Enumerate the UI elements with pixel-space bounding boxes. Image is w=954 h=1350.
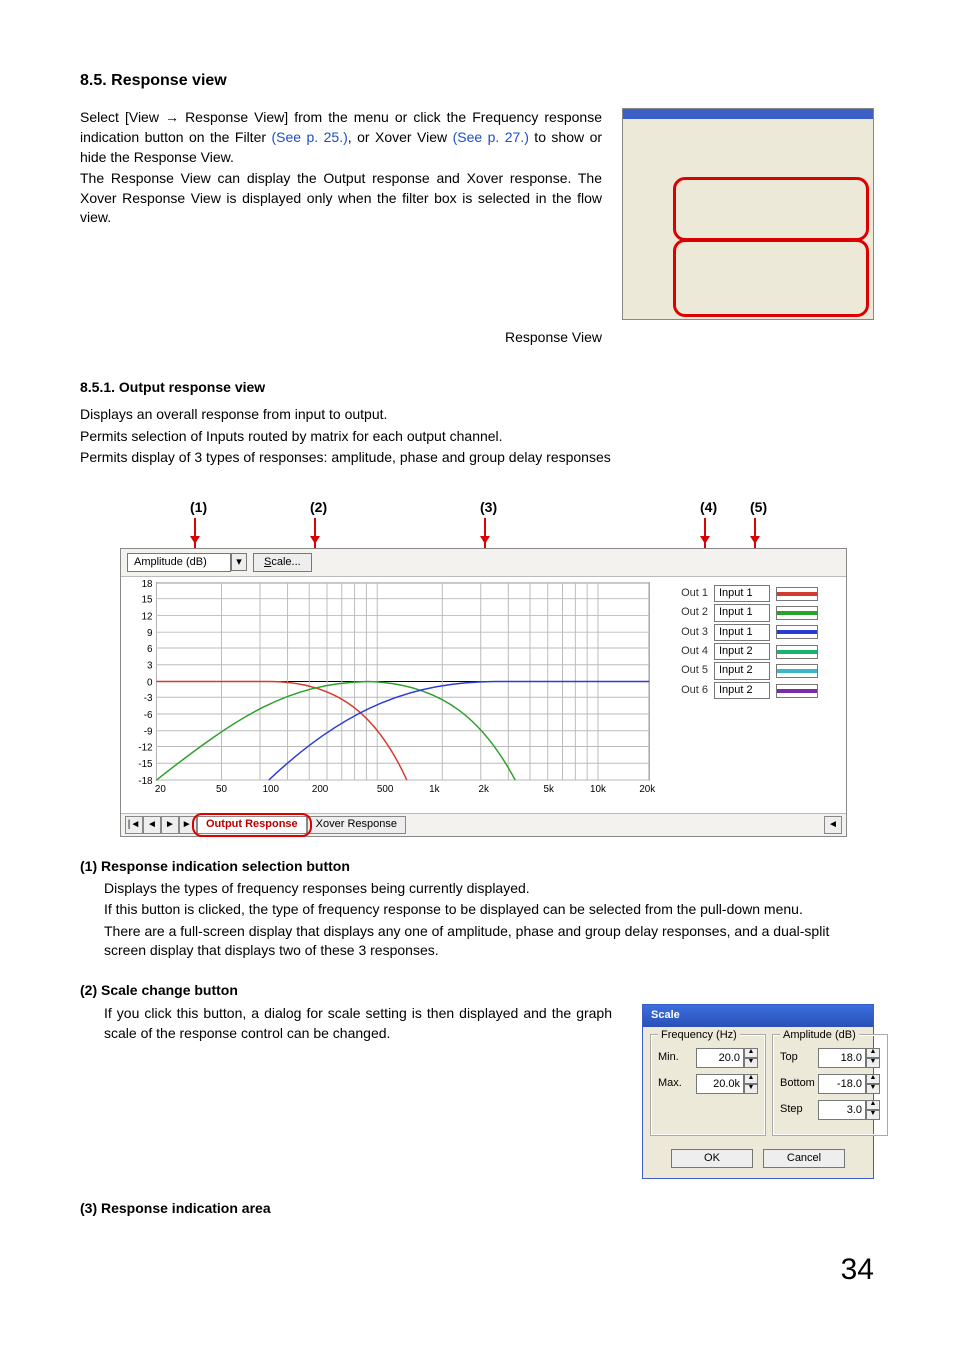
amp-bottom-spinner[interactable]: ▲▼ <box>818 1074 880 1094</box>
legend-input-select[interactable]: Input 2 <box>714 682 770 699</box>
svg-text:-3: -3 <box>144 693 153 704</box>
item1-p1: Displays the types of frequency response… <box>104 879 874 899</box>
sub1-p3: Permits display of 3 types of responses:… <box>80 448 874 468</box>
svg-text:20k: 20k <box>639 784 655 795</box>
nav-next-button[interactable]: ► <box>161 816 179 834</box>
callout-4: (4) <box>700 498 750 518</box>
annotated-figure: (1) (2) (3) (4) (5) Amplitude (dB) ▾ Sca… <box>80 498 874 837</box>
tab-output-response[interactable]: Output Response <box>197 816 307 834</box>
nav-first-button[interactable]: |◄ <box>125 816 143 834</box>
section-title: 8.5. Response view <box>80 70 874 92</box>
amp-top-spinner[interactable]: ▲▼ <box>818 1048 880 1068</box>
callout-3: (3) <box>480 498 700 518</box>
svg-text:100: 100 <box>263 784 280 795</box>
svg-text:-6: -6 <box>144 710 153 721</box>
legend-input-select[interactable]: Input 1 <box>714 624 770 641</box>
item2-p1: If you click this button, a dialog for s… <box>104 1004 612 1043</box>
callout-5: (5) <box>750 498 767 518</box>
freq-max-spinner[interactable]: ▲▼ <box>696 1074 758 1094</box>
legend-row: Out 4Input 2 <box>672 643 842 660</box>
svg-text:500: 500 <box>377 784 394 795</box>
svg-text:12: 12 <box>142 611 153 622</box>
svg-text:0: 0 <box>147 677 153 688</box>
item1-title: (1) Response indication selection button <box>80 857 874 877</box>
response-panel: Amplitude (dB) ▾ Scale... <box>120 548 847 837</box>
legend-swatch <box>776 645 818 659</box>
svg-text:18: 18 <box>142 579 153 590</box>
svg-text:-12: -12 <box>138 742 152 753</box>
legend-input-select[interactable]: Input 2 <box>714 643 770 660</box>
svg-text:20: 20 <box>155 784 166 795</box>
legend-row: Out 2Input 1 <box>672 604 842 621</box>
callout-2: (2) <box>310 498 480 518</box>
svg-text:9: 9 <box>147 628 153 639</box>
legend-row: Out 3Input 1 <box>672 624 842 641</box>
response-chart: 18 15 12 9 6 3 0 -3 -6 -9 -12 -15 -18 20 50 100 200 500 1… <box>121 577 668 813</box>
thumb-caption: Response View <box>80 328 602 348</box>
dialog-title: Scale <box>643 1005 873 1026</box>
item1-p3: There are a full-screen display that dis… <box>104 922 874 961</box>
scale-dialog: Scale Frequency (Hz) Min. ▲▼ Max. ▲▼ Amp… <box>642 1004 874 1179</box>
cancel-button[interactable]: Cancel <box>763 1149 845 1168</box>
callout-1: (1) <box>190 498 310 518</box>
legend-swatch <box>776 587 818 601</box>
svg-text:3: 3 <box>147 661 153 672</box>
app-screenshot-thumb <box>622 108 874 320</box>
svg-text:200: 200 <box>312 784 329 795</box>
page-number: 34 <box>80 1249 874 1291</box>
response-type-dropdown[interactable]: Amplitude (dB) ▾ <box>127 553 247 572</box>
svg-text:15: 15 <box>142 595 153 606</box>
nav-prev-button[interactable]: ◄ <box>143 816 161 834</box>
svg-text:-18: -18 <box>138 776 153 787</box>
amp-group-label: Amplitude (dB) <box>780 1028 859 1043</box>
legend-input-select[interactable]: Input 1 <box>714 604 770 621</box>
scroll-left-icon[interactable]: ◄ <box>824 816 842 834</box>
scale-button[interactable]: Scale... <box>253 553 312 572</box>
freq-min-spinner[interactable]: ▲▼ <box>696 1048 758 1068</box>
svg-text:2k: 2k <box>478 784 488 795</box>
svg-text:-9: -9 <box>144 727 153 738</box>
svg-text:6: 6 <box>147 644 153 655</box>
ok-button[interactable]: OK <box>671 1149 753 1168</box>
tab-xover-response[interactable]: Xover Response <box>307 816 406 834</box>
item3-title: (3) Response indication area <box>80 1199 874 1219</box>
legend-input-select[interactable]: Input 1 <box>714 585 770 602</box>
intro-para-2: The Response View can display the Output… <box>80 169 602 228</box>
link-p25[interactable]: (See p. 25.) <box>271 129 347 145</box>
legend-swatch <box>776 606 818 620</box>
amp-step-spinner[interactable]: ▲▼ <box>818 1100 880 1120</box>
legend-input-select[interactable]: Input 2 <box>714 662 770 679</box>
legend-row: Out 5Input 2 <box>672 662 842 679</box>
legend-swatch <box>776 625 818 639</box>
freq-group-label: Frequency (Hz) <box>658 1028 740 1043</box>
sub1-p1: Displays an overall response from input … <box>80 405 874 425</box>
legend-swatch <box>776 684 818 698</box>
item1-p2: If this button is clicked, the type of f… <box>104 900 874 920</box>
link-p27[interactable]: (See p. 27.) <box>453 129 529 145</box>
item2-title: (2) Scale change button <box>80 981 874 1001</box>
svg-text:10k: 10k <box>590 784 606 795</box>
subsection-title: 8.5.1. Output response view <box>80 378 874 398</box>
legend-row: Out 6Input 2 <box>672 682 842 699</box>
chevron-down-icon: ▾ <box>231 553 247 571</box>
legend-row: Out 1Input 1 <box>672 585 842 602</box>
svg-text:5k: 5k <box>544 784 554 795</box>
svg-text:-15: -15 <box>138 759 153 770</box>
svg-text:50: 50 <box>216 784 227 795</box>
sub1-p2: Permits selection of Inputs routed by ma… <box>80 427 874 447</box>
legend: Out 1Input 1 Out 2Input 1 Out 3Input 1 Out … <box>668 577 846 813</box>
svg-text:1k: 1k <box>429 784 439 795</box>
intro-para-1: Select [View → Response View] from the m… <box>80 108 602 167</box>
legend-swatch <box>776 664 818 678</box>
